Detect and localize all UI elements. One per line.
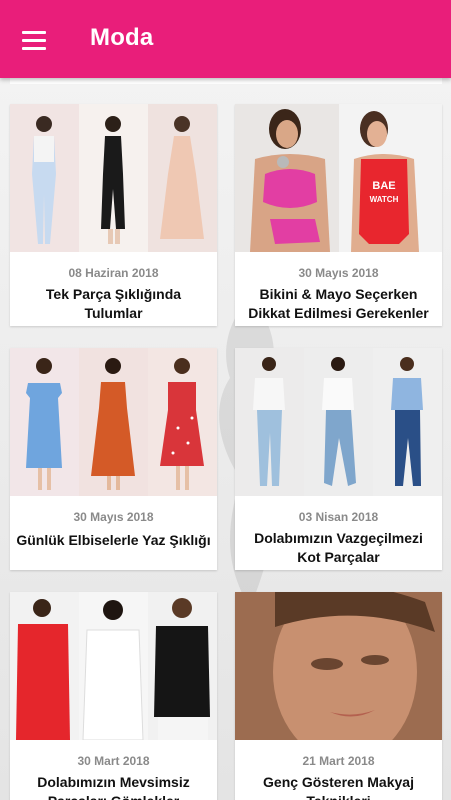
article-title: Genç Gösteren Makyaj Teknikleri <box>263 774 414 800</box>
article-card[interactable]: 30 Mayıs 2018 Günlük Elbiselerle Yaz Şık… <box>10 348 217 570</box>
article-image-swimsuits: BAE WATCH <box>235 104 442 252</box>
app-bar: Moda <box>0 0 451 78</box>
svg-text:BAE: BAE <box>372 180 395 192</box>
article-card[interactable]: 30 Mart 2018 Dolabımızın Mevsimsiz Parça… <box>10 592 217 800</box>
article-title: Dolabımızın Mevsimsiz Parçaları Gömlekle… <box>37 774 190 800</box>
article-date: 08 Haziran 2018 <box>68 266 159 280</box>
article-image-jumpsuits <box>10 104 217 252</box>
article-card[interactable]: 03 Nisan 2018 Dolabımızın Vazgeçilmezi K… <box>235 348 442 570</box>
article-date: 21 Mart 2018 <box>302 754 375 768</box>
article-card[interactable]: 21 Mart 2018 Genç Gösteren Makyaj Teknik… <box>235 592 442 800</box>
article-card[interactable]: 08 Haziran 2018 Tek Parça Şıklığında Tul… <box>10 104 217 326</box>
article-date: 30 Mart 2018 <box>77 754 150 768</box>
article-title: Tek Parça Şıklığında Tulumlar <box>45 286 182 321</box>
menu-icon[interactable] <box>14 22 56 58</box>
article-feed[interactable]: 08 Haziran 2018 Tek Parça Şıklığında Tul… <box>0 78 451 800</box>
article-date: 30 Mayıs 2018 <box>73 510 154 524</box>
svg-text:WATCH: WATCH <box>369 195 398 204</box>
article-image-makeup <box>235 592 442 740</box>
previous-card-edge <box>10 78 442 84</box>
article-title: Günlük Elbiselerle Yaz Şıklığı <box>16 532 211 548</box>
page-title: Moda <box>90 24 154 51</box>
article-title: Dolabımızın Vazgeçilmezi Kot Parçalar <box>254 530 423 565</box>
article-image-jeans <box>235 348 442 496</box>
article-date: 03 Nisan 2018 <box>298 510 379 524</box>
article-date: 30 Mayıs 2018 <box>298 266 379 280</box>
article-card[interactable]: BAE WATCH 30 Mayıs 2018 Bikini & Mayo Se… <box>235 104 442 326</box>
article-image-shirts <box>10 592 217 740</box>
article-title: Bikini & Mayo Seçerken Dikkat Edilmesi G… <box>248 286 429 321</box>
article-image-dresses <box>10 348 217 496</box>
